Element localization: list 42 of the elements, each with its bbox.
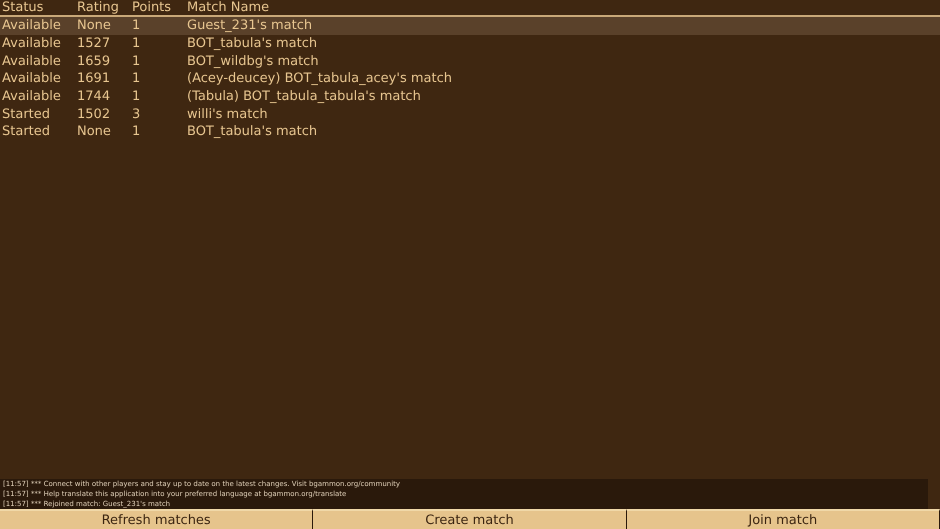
table-cell-text: 1 xyxy=(131,37,142,50)
table-cell-text: BOT_tabula's match xyxy=(186,125,318,138)
match-row[interactable]: Available 1659 1 BOT_wildbg's match xyxy=(0,52,940,70)
table-cell-text: Available xyxy=(1,72,62,86)
action-button[interactable]: Create match xyxy=(313,509,627,529)
table-cell-text: (Acey-deucey) BOT_tabula_acey's match xyxy=(186,72,453,86)
column-header: Status xyxy=(1,1,44,14)
table-cell-text: 1 xyxy=(131,54,142,68)
table-cell-text: BOT_wildbg's match xyxy=(186,54,320,68)
table-cell-text: 1502 xyxy=(76,108,112,121)
column-header: Points xyxy=(131,1,172,14)
table-cell-text: 1659 xyxy=(76,54,112,68)
table-cell-text: Available xyxy=(1,19,62,32)
table-cell-text: 1527 xyxy=(76,37,112,50)
table-cell-text: Started xyxy=(1,125,52,138)
match-row[interactable]: Available 1691 1 (Acey-deucey) BOT_tabula_acey's match xyxy=(0,70,940,88)
match-row[interactable]: Started None 1 BOT_tabula's match xyxy=(0,123,940,141)
column-header: Rating xyxy=(76,1,120,14)
column-header: Match Name xyxy=(186,1,270,14)
table-cell-text: Started xyxy=(1,108,52,121)
table-cell-text: None xyxy=(76,19,112,32)
match-row[interactable]: Available None 1 Guest_231's match xyxy=(0,17,940,35)
table-cell-text: 1744 xyxy=(76,90,112,104)
table-cell-text: 1 xyxy=(131,72,142,86)
table-cell-text: 3 xyxy=(131,108,142,121)
match-row[interactable]: Available 1527 1 BOT_tabula's match xyxy=(0,34,940,52)
table-cell-text: (Tabula) BOT_tabula_tabula's match xyxy=(186,90,422,104)
table-cell-text: Available xyxy=(1,90,62,104)
table-cell-text: 1 xyxy=(131,90,142,104)
table-cell-text: 1 xyxy=(131,19,142,32)
table-cell-text: Available xyxy=(1,37,62,50)
table-cell-text: Available xyxy=(1,54,62,68)
table-cell-text: BOT_tabula's match xyxy=(186,37,318,50)
action-button[interactable]: Join match xyxy=(626,509,940,529)
table-cell-text: Guest_231's match xyxy=(186,19,314,32)
match-row[interactable]: Started 1502 3 willi's match xyxy=(0,105,940,124)
table-cell-text: 1 xyxy=(131,125,142,138)
table-cell-text: 1691 xyxy=(76,72,112,86)
table-cell-text: None xyxy=(76,125,112,138)
table-cell-text: willi's match xyxy=(186,108,269,121)
action-button[interactable]: Refresh matches xyxy=(0,509,314,529)
match-row[interactable]: Available 1744 1 (Tabula) BOT_tabula_tabula's match xyxy=(0,88,940,106)
